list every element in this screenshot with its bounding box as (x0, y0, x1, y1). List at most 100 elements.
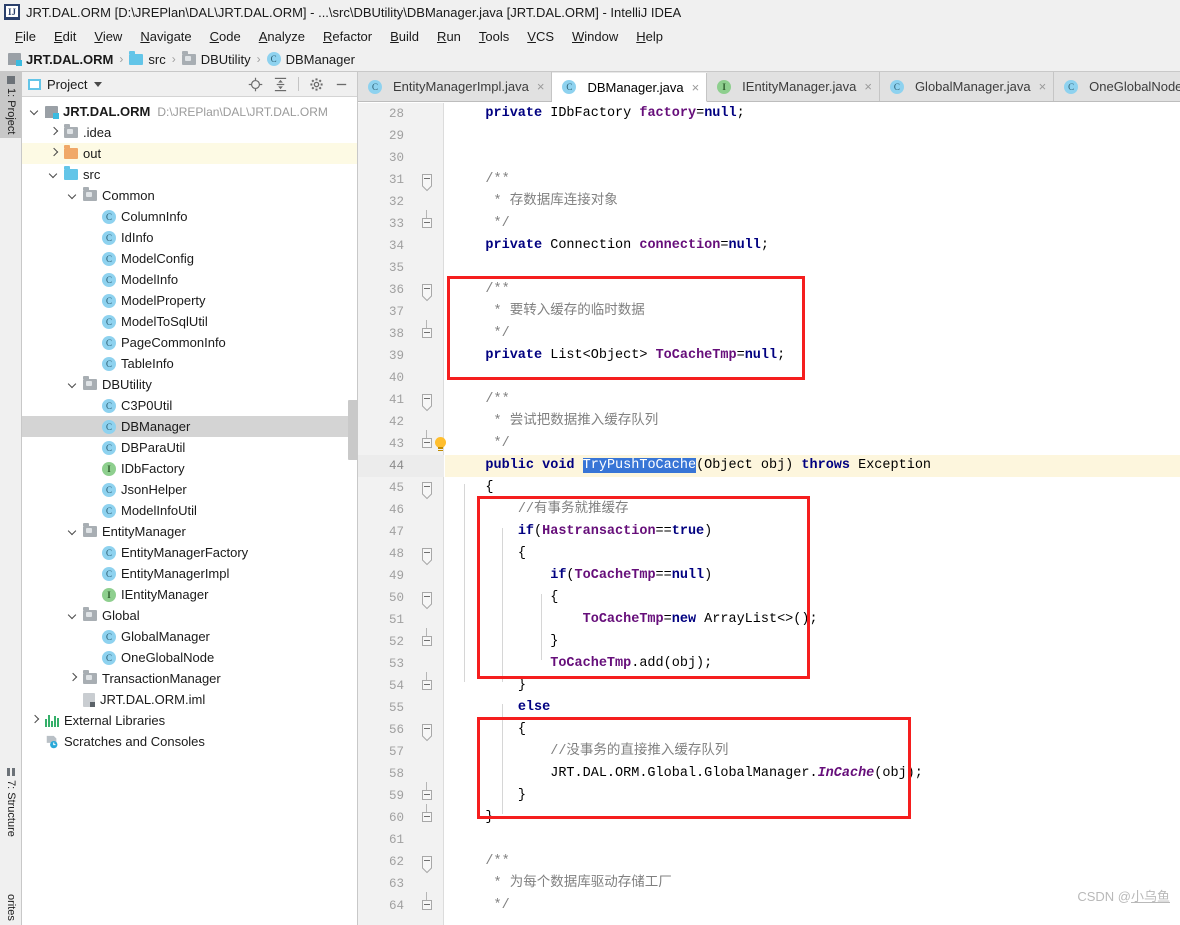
chevron-down-icon[interactable] (68, 379, 79, 390)
menu-item-run[interactable]: Run (428, 27, 470, 46)
fold-start-icon[interactable] (421, 482, 433, 494)
chevron-down-icon[interactable] (94, 82, 102, 87)
code-line[interactable]: 57 //没事务的直接推入缓存队列 (358, 741, 1180, 763)
tree-node-transactionmanager[interactable]: TransactionManager (22, 668, 357, 689)
tree-node-external-libraries[interactable]: External Libraries (22, 710, 357, 731)
close-icon[interactable]: × (864, 79, 872, 94)
fold-start-icon[interactable] (421, 174, 433, 186)
tree-node-jrt-dal-orm-iml[interactable]: JRT.DAL.ORM.iml (22, 689, 357, 710)
menu-item-edit[interactable]: Edit (45, 27, 85, 46)
tree-node-modelinfoutil[interactable]: CModelInfoUtil (22, 500, 357, 521)
project-panel-scrollbar-thumb[interactable] (348, 400, 358, 460)
code-line[interactable]: 35 (358, 257, 1180, 279)
code-line[interactable]: 43 */ (358, 433, 1180, 455)
fold-end-icon[interactable] (421, 900, 433, 912)
menu-item-refactor[interactable]: Refactor (314, 27, 381, 46)
code-line[interactable]: 29 (358, 125, 1180, 147)
menu-item-file[interactable]: File (6, 27, 45, 46)
fold-start-icon[interactable] (421, 548, 433, 560)
code-line[interactable]: 34 private Connection connection=null; (358, 235, 1180, 257)
code-line[interactable]: 52 } (358, 631, 1180, 653)
tree-node--idea[interactable]: .idea (22, 122, 357, 143)
chevron-right-icon[interactable] (49, 148, 60, 159)
tree-node-idinfo[interactable]: CIdInfo (22, 227, 357, 248)
tool-button-structure[interactable]: 7: Structure (0, 764, 22, 841)
fold-end-icon[interactable] (421, 636, 433, 648)
chevron-down-icon[interactable] (68, 526, 79, 537)
tree-node-ientitymanager[interactable]: IIEntityManager (22, 584, 357, 605)
tree-node-jsonhelper[interactable]: CJsonHelper (22, 479, 357, 500)
tree-node-globalmanager[interactable]: CGlobalManager (22, 626, 357, 647)
code-line[interactable]: 39 private List<Object> ToCacheTmp=null; (358, 345, 1180, 367)
tree-node-modelproperty[interactable]: CModelProperty (22, 290, 357, 311)
breadcrumb-item-dbmanager[interactable]: CDBManager (267, 52, 355, 67)
fold-start-icon[interactable] (421, 394, 433, 406)
code-line[interactable]: 46 //有事务就推缓存 (358, 499, 1180, 521)
code-line[interactable]: 30 (358, 147, 1180, 169)
tree-node-global[interactable]: Global (22, 605, 357, 626)
menu-item-help[interactable]: Help (627, 27, 672, 46)
fold-end-icon[interactable] (421, 438, 433, 450)
tree-node-jrt-dal-orm[interactable]: JRT.DAL.ORMD:\JREPlan\DAL\JRT.DAL.ORM (22, 101, 357, 122)
tree-node-entitymanager[interactable]: EntityManager (22, 521, 357, 542)
menu-item-tools[interactable]: Tools (470, 27, 518, 46)
fold-start-icon[interactable] (421, 284, 433, 296)
tree-node-oneglobalnode[interactable]: COneGlobalNode (22, 647, 357, 668)
chevron-down-icon[interactable] (30, 106, 41, 117)
tree-node-scratches-and-consoles[interactable]: Scratches and Consoles (22, 731, 357, 752)
menu-item-window[interactable]: Window (563, 27, 627, 46)
tree-node-tableinfo[interactable]: CTableInfo (22, 353, 357, 374)
breadcrumb-item-src[interactable]: src (129, 52, 165, 67)
chevron-down-icon[interactable] (68, 190, 79, 201)
fold-end-icon[interactable] (421, 328, 433, 340)
menu-item-analyze[interactable]: Analyze (250, 27, 314, 46)
code-line[interactable]: 61 (358, 829, 1180, 851)
code-line[interactable]: 44 public void TryPushToCache(Object obj… (358, 455, 1180, 477)
code-line[interactable]: 50 { (358, 587, 1180, 609)
chevron-down-icon[interactable] (49, 169, 60, 180)
code-line[interactable]: 53 ToCacheTmp.add(obj); (358, 653, 1180, 675)
editor-tab-ientitymanager-java[interactable]: IIEntityManager.java× (707, 72, 880, 101)
tree-node-src[interactable]: src (22, 164, 357, 185)
tool-button-project[interactable]: 1: Project (0, 72, 22, 138)
code-line[interactable]: 36 /** (358, 279, 1180, 301)
menu-item-code[interactable]: Code (201, 27, 250, 46)
code-line[interactable]: 64 */ (358, 895, 1180, 917)
chevron-right-icon[interactable] (49, 127, 60, 138)
editor-tab-oneglobalnode-java[interactable]: COneGlobalNode.java× (1054, 72, 1180, 101)
code-line[interactable]: 45 { (358, 477, 1180, 499)
menu-item-vcs[interactable]: VCS (518, 27, 563, 46)
tree-node-modeltosqlutil[interactable]: CModelToSqlUtil (22, 311, 357, 332)
tree-node-entitymanagerimpl[interactable]: CEntityManagerImpl (22, 563, 357, 584)
code-line[interactable]: 62 /** (358, 851, 1180, 873)
chevron-right-icon[interactable] (30, 715, 41, 726)
code-line[interactable]: 40 (358, 367, 1180, 389)
tree-node-common[interactable]: Common (22, 185, 357, 206)
tree-node-columninfo[interactable]: CColumnInfo (22, 206, 357, 227)
fold-end-icon[interactable] (421, 218, 433, 230)
locate-icon[interactable] (248, 77, 263, 92)
breadcrumb-item-jrt-dal-orm[interactable]: JRT.DAL.ORM (8, 52, 113, 67)
chevron-right-icon[interactable] (68, 673, 79, 684)
code-line[interactable]: 47 if(Hastransaction==true) (358, 521, 1180, 543)
tree-node-entitymanagerfactory[interactable]: CEntityManagerFactory (22, 542, 357, 563)
fold-end-icon[interactable] (421, 790, 433, 802)
code-line[interactable]: 33 */ (358, 213, 1180, 235)
code-line[interactable]: 42 * 尝试把数据推入缓存队列 (358, 411, 1180, 433)
menu-item-view[interactable]: View (85, 27, 131, 46)
tree-node-dbutility[interactable]: DBUtility (22, 374, 357, 395)
editor-tab-entitymanagerimpl-java[interactable]: CEntityManagerImpl.java× (358, 72, 552, 101)
fold-start-icon[interactable] (421, 856, 433, 868)
tree-node-dbparautil[interactable]: CDBParaUtil (22, 437, 357, 458)
tree-node-dbmanager[interactable]: CDBManager (22, 416, 357, 437)
close-icon[interactable]: × (537, 79, 545, 94)
intention-bulb-icon[interactable] (434, 437, 447, 450)
collapse-all-icon[interactable] (273, 77, 288, 92)
fold-start-icon[interactable] (421, 592, 433, 604)
code-line[interactable]: 28 private IDbFactory factory=null; (358, 103, 1180, 125)
code-editor[interactable]: 28 private IDbFactory factory=null;2930 3… (358, 103, 1180, 925)
hide-icon[interactable] (334, 77, 349, 92)
tree-node-pagecommoninfo[interactable]: CPageCommonInfo (22, 332, 357, 353)
code-line[interactable]: 56 { (358, 719, 1180, 741)
fold-end-icon[interactable] (421, 680, 433, 692)
